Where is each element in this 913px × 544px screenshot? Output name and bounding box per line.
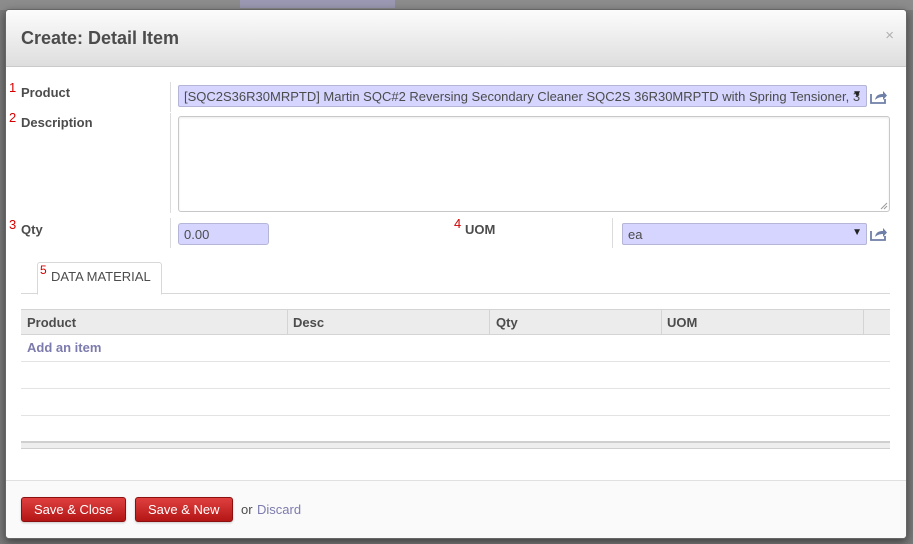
caret-down-icon: ▼ <box>852 227 862 238</box>
table-row <box>21 362 890 389</box>
description-textarea[interactable] <box>178 116 890 212</box>
field-number-product: 1 <box>9 80 17 95</box>
caret-down-icon: ▼ <box>852 89 862 100</box>
tab-number: 5 <box>40 263 47 277</box>
table-row: Add an item <box>21 335 890 362</box>
label-column-divider <box>170 218 171 248</box>
notebook-tabs: 5 DATA MATERIAL <box>21 252 890 295</box>
column-header-qty[interactable]: Qty <box>496 315 518 330</box>
table-header: Product Desc Qty UOM <box>21 309 890 335</box>
product-label: Product <box>21 85 71 100</box>
description-label: Description <box>21 115 93 130</box>
column-header-product[interactable]: Product <box>27 315 76 330</box>
uom-column-divider <box>612 218 613 248</box>
column-divider <box>287 310 288 334</box>
field-number-description: 2 <box>9 110 17 125</box>
column-divider <box>863 310 864 334</box>
label-column-divider <box>170 113 171 213</box>
tab-data-material[interactable]: 5 DATA MATERIAL <box>37 262 162 295</box>
column-header-uom[interactable]: UOM <box>667 315 697 330</box>
save-close-button[interactable]: Save & Close <box>21 497 126 522</box>
column-divider <box>489 310 490 334</box>
table-footer <box>21 441 890 449</box>
dialog-header: Create: Detail Item × <box>6 10 906 67</box>
background-bar <box>240 0 395 8</box>
dialog-title: Create: Detail Item <box>21 28 180 48</box>
close-icon[interactable]: × <box>885 27 894 44</box>
discard-link[interactable]: Discard <box>257 502 301 517</box>
dialog-footer: Save & Close Save & New or Discard <box>6 480 906 538</box>
field-number-qty: 3 <box>9 217 17 232</box>
label-column-divider <box>170 82 171 112</box>
create-detail-item-dialog: Create: Detail Item × 1 Product [SQC2S36… <box>5 9 907 539</box>
external-link-icon[interactable] <box>870 227 888 241</box>
column-divider <box>661 310 662 334</box>
or-text: or <box>241 502 253 517</box>
column-header-desc[interactable]: Desc <box>293 315 324 330</box>
resize-handle-icon[interactable] <box>880 202 888 210</box>
table-row <box>21 389 890 416</box>
product-select-value: [SQC2S36R30MRPTD] Martin SQC#2 Reversing… <box>184 89 861 104</box>
tab-label: DATA MATERIAL <box>51 269 151 284</box>
product-select[interactable]: [SQC2S36R30MRPTD] Martin SQC#2 Reversing… <box>178 85 867 107</box>
qty-input[interactable]: 0.00 <box>178 223 269 245</box>
field-number-uom: 4 <box>454 216 462 231</box>
add-an-item-link[interactable]: Add an item <box>27 340 101 355</box>
uom-select[interactable]: ea ▼ <box>622 223 867 245</box>
uom-label: UOM <box>465 222 496 237</box>
uom-select-value: ea <box>628 227 643 242</box>
data-material-table: Product Desc Qty UOM Add an item <box>21 309 890 449</box>
qty-label: Qty <box>21 222 43 237</box>
external-link-icon[interactable] <box>870 90 888 104</box>
save-new-button[interactable]: Save & New <box>135 497 233 522</box>
